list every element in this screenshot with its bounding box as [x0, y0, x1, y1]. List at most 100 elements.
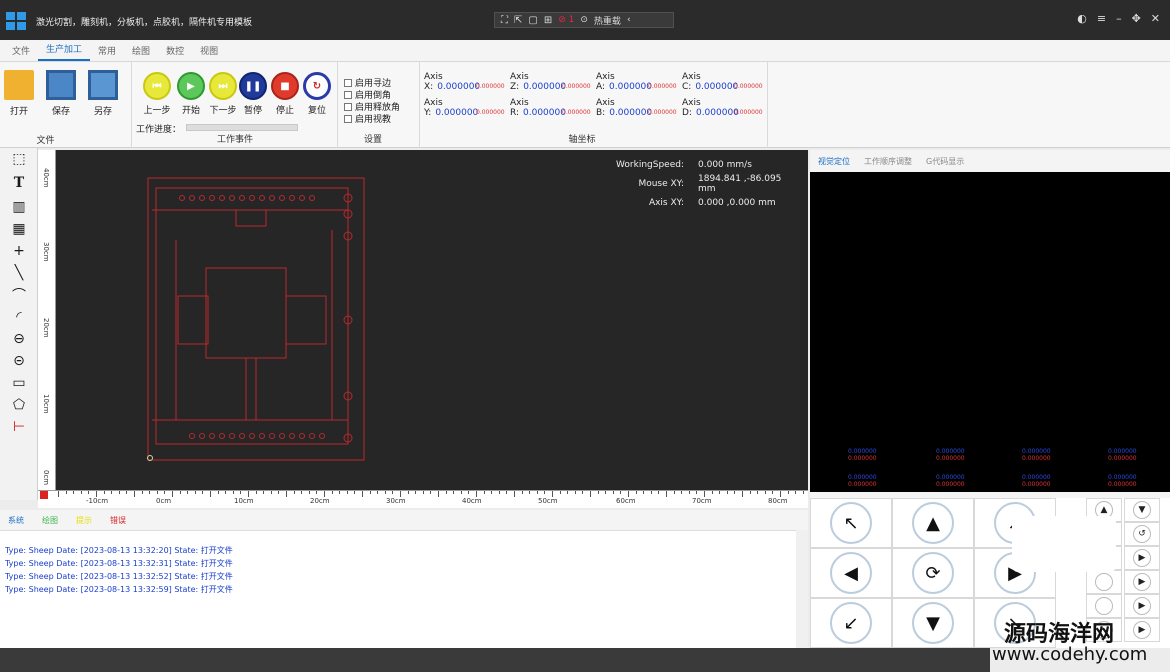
h-ruler-minor-tick	[582, 491, 584, 494]
jog-down-left-button[interactable]: ↙	[810, 598, 892, 648]
frame-icon[interactable]: ▢	[528, 15, 537, 26]
select-rect-icon[interactable]: ⬚	[9, 150, 29, 168]
h-ruler-minor-tick	[711, 491, 713, 494]
step-right-button[interactable]: ▶	[1124, 594, 1160, 618]
h-ruler-tick: 20cm	[310, 497, 330, 505]
tab-hint[interactable]: 提示	[76, 515, 92, 526]
h-ruler-minor-tick	[422, 491, 424, 494]
jog-home-button[interactable]: ⟳	[892, 548, 974, 598]
tab-vision-positioning[interactable]: 视觉定位	[818, 156, 850, 167]
log-scrollbar[interactable]	[796, 530, 808, 648]
minimize-icon[interactable]: –	[1116, 12, 1122, 25]
option-teach[interactable]: 启用视教	[344, 112, 391, 125]
h-ruler-minor-tick	[270, 491, 272, 494]
open-button[interactable]: 打开	[0, 70, 38, 117]
tab-gcode[interactable]: G代码显示	[926, 156, 964, 167]
measure-icon[interactable]: ⊢	[9, 418, 29, 436]
h-ruler-minor-tick	[476, 491, 477, 497]
text-tool-icon[interactable]: T	[9, 174, 29, 192]
line-icon[interactable]: ╲	[9, 264, 29, 282]
hot-reload-icon[interactable]: ⊙	[580, 15, 588, 25]
checkbox[interactable]	[344, 114, 352, 123]
jog-down-button[interactable]: ▼	[892, 598, 974, 648]
working-speed-value: 0.000 mm/s	[698, 159, 752, 170]
save-as-button[interactable]: 另存	[84, 70, 122, 117]
mini-readout: 0.000000 0.000000	[848, 474, 877, 488]
restore-icon[interactable]: ✥	[1132, 12, 1141, 25]
jog-up-left-button[interactable]: ↖	[810, 498, 892, 548]
checkbox[interactable]	[344, 78, 352, 87]
mini-readout: 0.000000 0.000000	[1022, 474, 1051, 488]
h-ruler-minor-tick	[65, 491, 67, 494]
h-ruler-minor-tick	[88, 491, 90, 494]
h-ruler-minor-tick	[453, 491, 455, 494]
h-ruler-minor-tick	[384, 491, 386, 494]
axis-button[interactable]	[1086, 594, 1122, 618]
axis-button[interactable]	[1086, 570, 1122, 594]
h-ruler-minor-tick	[308, 491, 310, 494]
h-ruler-minor-tick	[232, 491, 234, 494]
close-icon[interactable]: ✕	[1151, 12, 1160, 25]
rotate-ccw-button[interactable]: ↺	[1124, 522, 1160, 546]
color-swatch-icon[interactable]	[40, 491, 48, 499]
h-ruler-minor-tick	[514, 491, 515, 497]
polyline-icon[interactable]: ⌒	[9, 286, 29, 304]
tab-common[interactable]: 常用	[90, 44, 124, 61]
tab-cnc[interactable]: 数控	[158, 44, 192, 61]
arrow-down-left-icon: ↙	[830, 602, 872, 644]
save-button[interactable]: 保存	[42, 70, 80, 117]
step-right-button[interactable]: ▶	[1124, 546, 1160, 570]
qrcode-icon[interactable]: ▦	[9, 220, 29, 238]
reset-button[interactable]: ↻ 复位	[300, 72, 334, 116]
hot-reload-label[interactable]: 热重载	[594, 14, 621, 27]
prev-step-button[interactable]: ⏮ 上一步	[140, 72, 174, 116]
error-badge[interactable]: ⊘ 1	[558, 15, 574, 25]
h-ruler-minor-tick	[255, 491, 257, 494]
barcode-icon[interactable]: ▥	[9, 198, 29, 216]
next-step-button[interactable]: ⏭ 下一步	[206, 72, 240, 116]
tab-draw[interactable]: 绘图	[124, 44, 158, 61]
point-icon[interactable]: +	[9, 242, 29, 260]
windows-logo-icon[interactable]	[6, 12, 26, 30]
select-icon[interactable]: ⇱	[514, 15, 522, 26]
mouse-xy-label: Mouse XY:	[638, 178, 684, 189]
step-right-button[interactable]: ▶	[1124, 570, 1160, 594]
jog-left-button[interactable]: ◀	[810, 548, 892, 598]
tab-error[interactable]: 错误	[110, 515, 126, 526]
h-ruler-minor-tick	[111, 491, 113, 494]
rectangle-icon[interactable]: ▭	[9, 374, 29, 392]
layout-icon[interactable]: ⊞	[544, 15, 552, 26]
start-button[interactable]: ▶ 开始	[174, 72, 208, 116]
tab-file[interactable]: 文件	[4, 44, 38, 61]
axis-value: 0.000000	[609, 108, 653, 118]
tab-system[interactable]: 系统	[8, 515, 24, 526]
ellipse-icon[interactable]: ⊝	[9, 352, 29, 370]
cursor-tool-icon[interactable]: ⛶	[501, 15, 508, 26]
h-ruler-minor-tick	[438, 491, 439, 497]
theme-icon[interactable]: ◐	[1077, 12, 1087, 25]
pause-button[interactable]: ❚❚ 暂停	[236, 72, 270, 116]
menu-icon[interactable]: ≡	[1097, 12, 1106, 25]
axis-xy-value: 0.000 ,0.000 mm	[698, 197, 776, 208]
h-ruler-minor-tick	[362, 491, 363, 497]
collapse-chevron-icon[interactable]: ‹	[627, 15, 631, 25]
circle-icon[interactable]: ⊖	[9, 330, 29, 348]
stop-button[interactable]: ■ 停止	[268, 72, 302, 116]
tab-production[interactable]: 生产加工	[38, 42, 91, 61]
arc-icon[interactable]: ◜	[9, 308, 29, 326]
checkbox[interactable]	[344, 102, 352, 111]
polygon-icon[interactable]: ⬠	[9, 396, 29, 414]
pause-label: 暂停	[243, 106, 262, 116]
axis-value: 0.000000	[609, 82, 652, 92]
z-down-button[interactable]: ▼	[1124, 498, 1160, 522]
tab-view[interactable]: 视图	[192, 44, 226, 61]
tab-drawing[interactable]: 绘图	[42, 515, 58, 526]
h-ruler-minor-tick	[666, 491, 667, 497]
h-ruler-minor-tick	[278, 491, 280, 494]
axis-value: 0.000000	[437, 82, 481, 92]
jog-up-button[interactable]: ▲	[892, 498, 974, 548]
tab-work-order[interactable]: 工作顺序调整	[864, 156, 912, 167]
checkbox[interactable]	[344, 90, 352, 99]
drawing-canvas[interactable]: WorkingSpeed: 0.000 mm/s Mouse XY: 1894.84…	[56, 150, 808, 490]
camera-view[interactable]: 0.000000 0.000000 0.000000 0.000000 0.0000…	[810, 172, 1170, 492]
